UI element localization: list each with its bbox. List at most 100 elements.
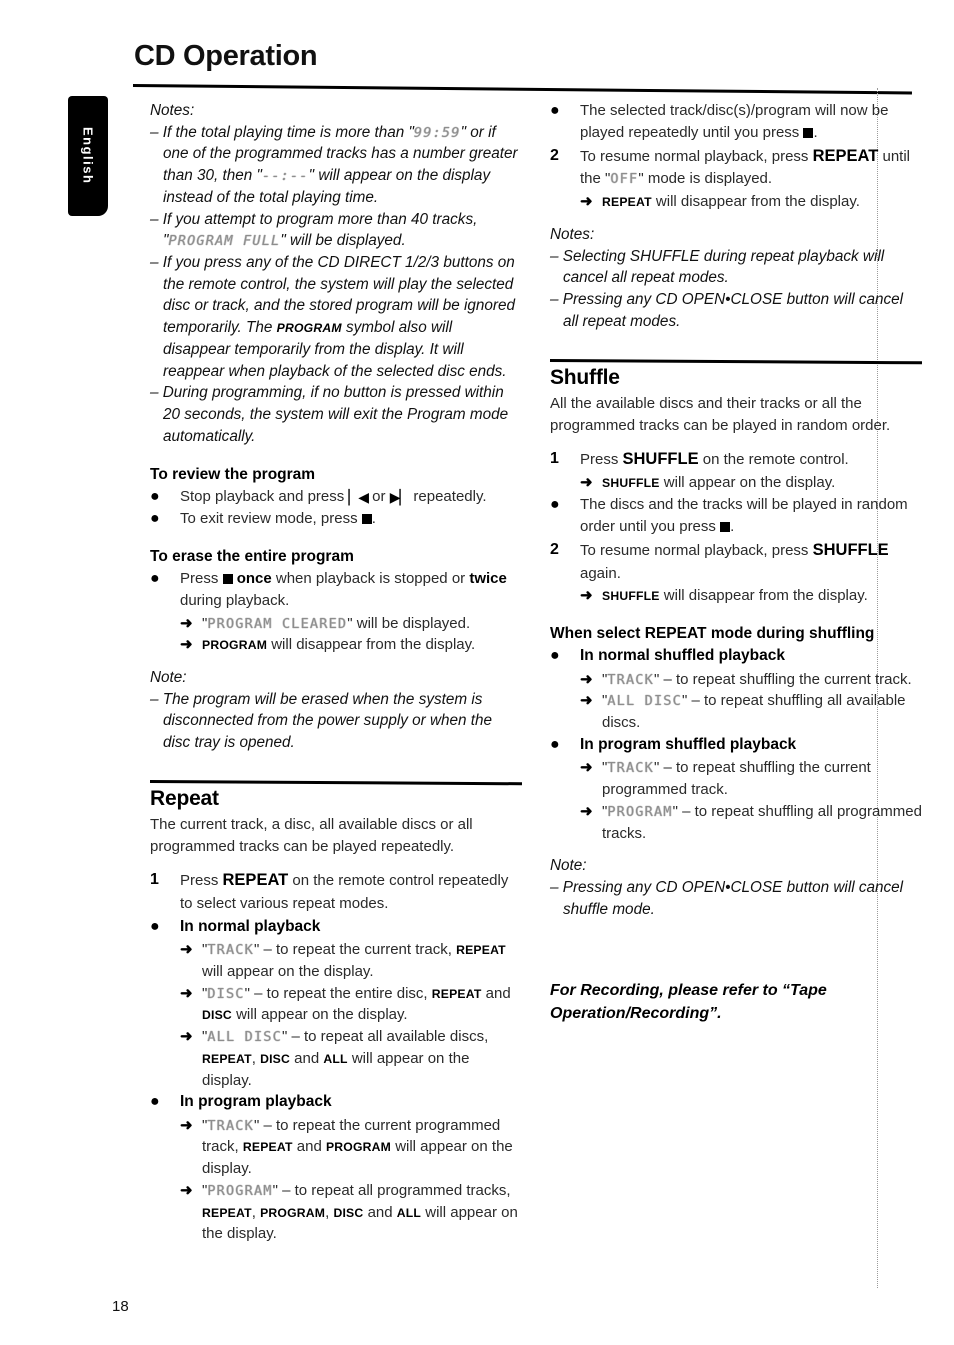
stop-icon [361, 514, 372, 525]
repeat-indicator-label: REPEAT [456, 943, 506, 958]
lcd-program-full: PROGRAM FULL [168, 233, 281, 250]
title-divider [132, 84, 912, 95]
recording-reference: For Recording, please refer to “Tape Ope… [550, 982, 827, 1023]
repeat-button-label: REPEAT [644, 625, 707, 643]
arrow-icon: ➜ [580, 759, 593, 777]
stop-icon [222, 574, 233, 584]
manual-page: English CD Operation 18 Notes: – If the … [0, 0, 954, 1345]
arrow-icon: ➜ [180, 614, 193, 632]
shuffle-step-1: 1 Press SHUFFLE on the remote control. [550, 448, 922, 472]
repeat-indicator-label: REPEAT [202, 1051, 252, 1066]
language-tab: English [68, 96, 108, 216]
arrow-icon: ➜ [180, 984, 193, 1002]
arrow-icon: ➜ [180, 1116, 193, 1134]
lcd-9959: 99:59 [413, 124, 461, 141]
erase-result-cleared: ➜ "PROGRAM CLEARED" will be displayed. [180, 613, 522, 635]
skip-back-icon: ▏◀ [348, 488, 369, 505]
left-column: Notes: – If the total playing time is mo… [149, 100, 523, 1245]
shuffle-program-repeat-all: ➜ "PROGRAM" – to repeat shuffling all pr… [580, 802, 922, 842]
heading-normal-shuffled-playback: ● In normal shuffled playback [550, 645, 922, 667]
once-emphasis: once [236, 570, 272, 587]
arrow-icon: ➜ [180, 1181, 193, 1199]
bullet-icon: ● [150, 1093, 160, 1111]
shuffle-bullet-random: ● The discs and the tracks will be playe… [550, 496, 908, 535]
heading-erase-program: To erase the entire program [150, 548, 354, 565]
review-step-1: ● Stop playback and press ▏◀ or ▶▏ repea… [150, 486, 522, 508]
repeat-indicator-label: REPEAT [431, 986, 482, 1001]
lcd-dashes: --:-- [262, 168, 309, 185]
program-repeat-program: ➜ "PROGRAM" – to repeat all programmed t… [180, 1181, 518, 1243]
repeat-bullet-playing: ● The selected track/disc(s)/program wil… [550, 102, 889, 141]
repeat-notes-label: Notes: [550, 225, 595, 243]
twice-emphasis: twice [469, 570, 507, 587]
note-program-full: – If you attempt to program more than 40… [150, 210, 478, 250]
heading-shuffle: Shuffle [550, 366, 620, 390]
arrow-icon: ➜ [580, 193, 593, 211]
lcd-all-disc: ALL DISC [607, 693, 682, 710]
arrow-icon: ➜ [580, 670, 593, 688]
repeat-note-1: – Selecting SHUFFLE during repeat playba… [550, 247, 885, 287]
stop-icon [803, 127, 814, 138]
repeat-off-result: ➜ REPEAT will disappear from the display… [580, 191, 922, 213]
bullet-icon: ● [550, 496, 560, 514]
repeat-intro: The current track, a disc, all available… [150, 816, 473, 856]
repeat-mode-disc: ➜ "DISC" – to repeat the entire disc, RE… [180, 984, 511, 1024]
repeat-indicator-label: REPEAT [202, 1205, 252, 1220]
arrow-icon: ➜ [580, 802, 593, 820]
program-indicator-label: PROGRAM [276, 321, 342, 336]
review-step-2: ● To exit review mode, press . [150, 508, 522, 530]
shuffle-indicator-label: SHUFFLE [602, 476, 660, 491]
heading-repeat: Repeat [150, 787, 219, 811]
program-indicator-label: PROGRAM [202, 638, 268, 653]
step-number: 2 [550, 540, 559, 558]
step-number: 1 [550, 449, 559, 467]
lcd-program: PROGRAM [607, 803, 673, 820]
bullet-icon: ● [150, 917, 160, 935]
lcd-track: TRACK [207, 1117, 254, 1134]
lcd-program-cleared: PROGRAM CLEARED [207, 615, 348, 632]
erase-step-1: ● Press once when playback is stopped or… [150, 570, 507, 609]
shuffle-note-label: Note: [550, 857, 587, 875]
arrow-icon: ➜ [580, 474, 593, 492]
bullet-icon: ● [150, 487, 160, 505]
shuffle-section-divider [549, 358, 923, 364]
repeat-section-divider [149, 779, 523, 785]
note-total-time: – If the total playing time is more than… [150, 123, 518, 206]
page-number: 18 [112, 1298, 129, 1315]
all-indicator-label: ALL [323, 1051, 348, 1066]
repeat-step-1: 1 Press REPEAT on the remote control rep… [150, 870, 509, 912]
note-cd-direct: – If you press any of the CD DIRECT 1/2/… [150, 254, 516, 380]
heading-program-playback: ● In program playback [150, 1091, 522, 1113]
bullet-icon: ● [150, 570, 160, 587]
lcd-off: OFF [610, 171, 639, 188]
right-column: ● The selected track/disc(s)/program wil… [549, 100, 923, 1026]
note-timeout: – During programming, if no button is pr… [150, 384, 509, 445]
repeat-step-2: 2 To resume normal playback, press REPEA… [550, 146, 911, 188]
program-indicator-label: PROGRAM [260, 1205, 326, 1220]
disc-indicator-label: DISC [333, 1205, 364, 1220]
shuffle-step-2: 2 To resume normal playback, press SHUFF… [550, 540, 889, 582]
shuffle-repeat-all-disc: ➜ "ALL DISC" – to repeat shuffling all a… [580, 692, 906, 732]
arrow-icon: ➜ [180, 1028, 193, 1046]
step-number: 2 [550, 146, 559, 164]
skip-forward-icon: ▶▏ [389, 488, 411, 505]
erase-note-text: – The program will be erased when the sy… [150, 690, 493, 752]
lcd-track: TRACK [607, 671, 654, 688]
bullet-icon: ● [150, 510, 160, 528]
repeat-note-2: – Pressing any CD OPEN•CLOSE button will… [550, 291, 904, 330]
shuffle-button-label: SHUFFLE [622, 449, 699, 468]
shuffle-appear-result: ➜ SHUFFLE will appear on the display. [580, 472, 922, 494]
bullet-icon: ● [550, 735, 560, 753]
repeat-mode-track: ➜ "TRACK" – to repeat the current track,… [180, 941, 506, 980]
lcd-disc: DISC [207, 985, 245, 1002]
arrow-icon: ➜ [580, 692, 593, 710]
repeat-indicator-label: REPEAT [242, 1140, 293, 1155]
heading-review-program: To review the program [150, 465, 316, 483]
stop-icon [720, 521, 731, 532]
lcd-track: TRACK [207, 942, 254, 959]
arrow-icon: ➜ [180, 941, 193, 959]
notes-label: Notes: [150, 102, 195, 119]
shuffle-button-label: SHUFFLE [812, 540, 889, 559]
lcd-program: PROGRAM [207, 1182, 273, 1199]
arrow-icon: ➜ [180, 636, 193, 654]
